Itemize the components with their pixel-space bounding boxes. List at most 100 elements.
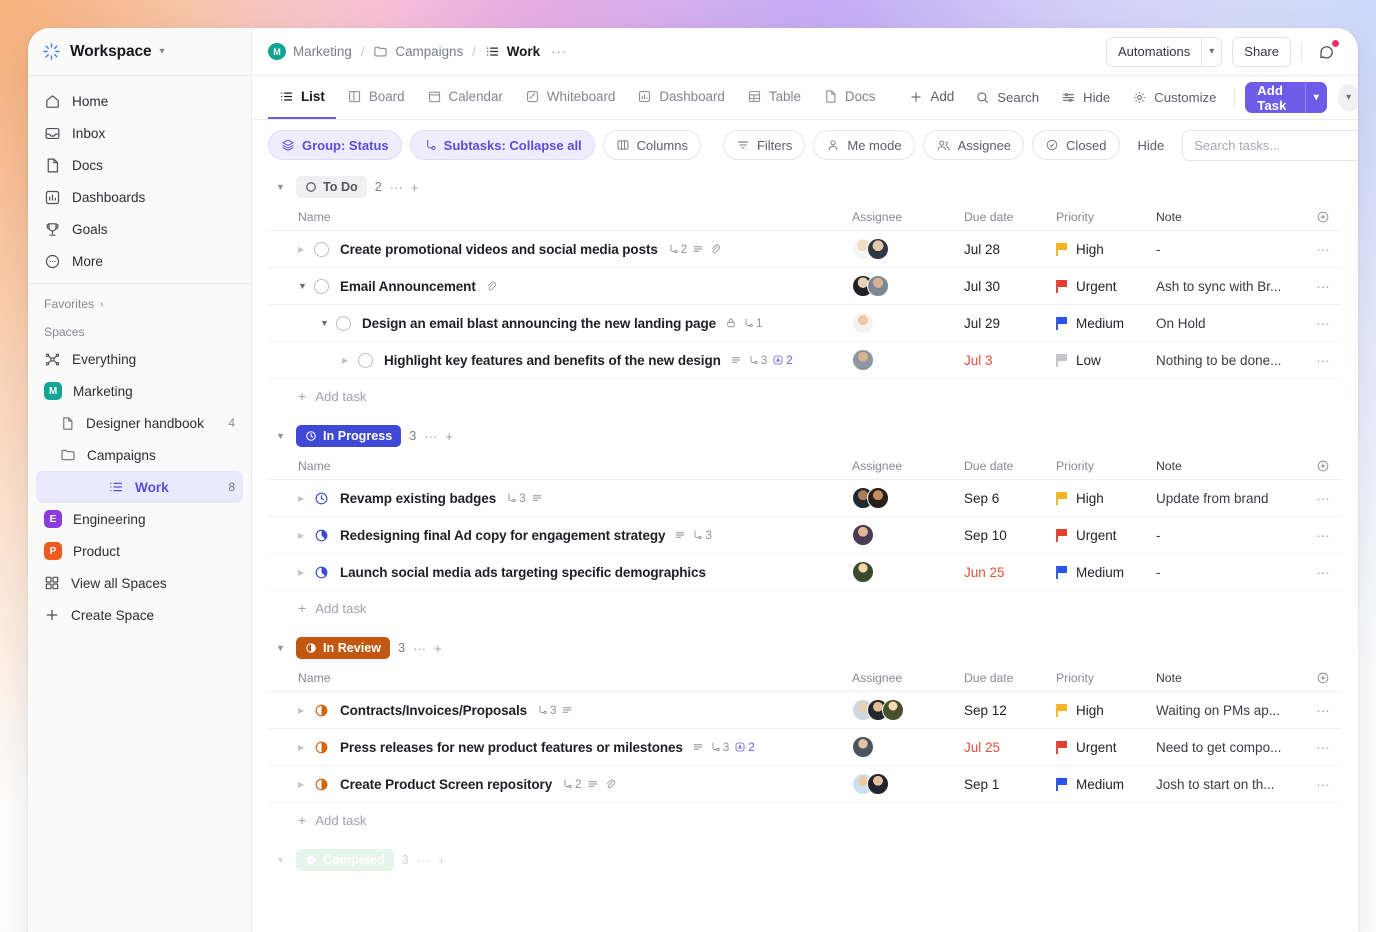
table-row[interactable]: ▶ Create promotional videos and social m…	[268, 231, 1342, 268]
sidebar-item-docs[interactable]: Docs	[36, 149, 243, 181]
sidebar-item-everything[interactable]: Everything	[36, 343, 243, 375]
column-header-name[interactable]: Name	[268, 459, 852, 473]
column-header-assignee[interactable]: Assignee	[852, 210, 964, 224]
tab-board[interactable]: Board	[336, 76, 416, 119]
table-row[interactable]: ▶ Contracts/Invoices/Proposals 3 Sep 12 …	[268, 692, 1342, 729]
breadcrumb-list[interactable]: Work	[485, 44, 540, 59]
group-menu-icon[interactable]: ···	[413, 641, 426, 656]
filters-chip[interactable]: Filters	[722, 130, 806, 160]
row-menu-icon[interactable]: ···	[1304, 491, 1342, 506]
row-expand-caret[interactable]: ▶	[298, 531, 314, 540]
group-collapse-caret[interactable]: ▼	[276, 855, 288, 865]
me-mode-chip[interactable]: Me mode	[813, 130, 915, 160]
priority-cell[interactable]: Medium	[1056, 565, 1156, 580]
add-task-row[interactable]: + Add task	[268, 379, 1342, 413]
note-cell[interactable]: -	[1156, 565, 1304, 580]
notifications-button[interactable]	[1312, 37, 1342, 67]
row-menu-icon[interactable]: ···	[1304, 353, 1342, 368]
sidebar-item-goals[interactable]: Goals	[36, 213, 243, 245]
row-expand-caret[interactable]: ▶	[298, 706, 314, 715]
column-header-name[interactable]: Name	[268, 671, 852, 685]
status-circle-icon[interactable]	[314, 241, 329, 257]
table-row[interactable]: ▼ Email Announcement Jul 30 Urgent Ash t…	[268, 268, 1342, 305]
row-collapse-caret[interactable]: ▼	[320, 318, 336, 328]
note-cell[interactable]: -	[1156, 242, 1304, 257]
table-row[interactable]: ▶ Launch social media ads targeting spec…	[268, 554, 1342, 591]
priority-cell[interactable]: Urgent	[1056, 740, 1156, 755]
sidebar-item-marketing[interactable]: M Marketing	[36, 375, 243, 407]
due-date-cell[interactable]: Jul 3	[964, 353, 1056, 368]
columns-chip[interactable]: Columns	[602, 130, 701, 160]
automations-dropdown-button[interactable]: ▾	[1201, 36, 1223, 67]
assignee-chip[interactable]: Assignee	[922, 130, 1025, 160]
group-add-icon[interactable]: +	[434, 641, 442, 656]
column-header-assignee[interactable]: Assignee	[852, 671, 964, 685]
row-expand-caret[interactable]: ▶	[298, 568, 314, 577]
favorites-section-header[interactable]: Favorites ›	[28, 284, 251, 319]
hide-filter-button[interactable]: Hide	[1128, 138, 1175, 153]
tab-calendar[interactable]: Calendar	[416, 76, 514, 119]
row-expand-caret[interactable]: ▶	[298, 743, 314, 752]
row-menu-icon[interactable]: ···	[1304, 242, 1342, 257]
column-header-priority[interactable]: Priority	[1056, 671, 1156, 685]
status-badge[interactable]: In Progress	[296, 425, 402, 447]
group-menu-icon[interactable]: ···	[424, 429, 437, 444]
sidebar-item-designer-handbook[interactable]: Designer handbook 4	[36, 407, 243, 439]
group-add-icon[interactable]: +	[438, 853, 446, 868]
chevron-down-icon[interactable]: ▾	[160, 46, 165, 57]
row-menu-icon[interactable]: ···	[1304, 777, 1342, 792]
column-header-name[interactable]: Name	[268, 210, 852, 224]
table-row[interactable]: ▶ Press releases for new product feature…	[268, 729, 1342, 766]
column-header-priority[interactable]: Priority	[1056, 210, 1156, 224]
priority-cell[interactable]: Urgent	[1056, 279, 1156, 294]
table-row[interactable]: ▶ Highlight key features and benefits of…	[268, 342, 1342, 379]
status-circle-icon[interactable]	[336, 315, 351, 331]
priority-cell[interactable]: High	[1056, 491, 1156, 506]
breadcrumb-folder[interactable]: Campaigns	[373, 44, 463, 59]
assignee-cell[interactable]	[852, 487, 964, 509]
workspace-switcher[interactable]: Workspace ▾	[28, 28, 251, 76]
breadcrumb-overflow-icon[interactable]: ···	[551, 44, 567, 59]
column-header-due-date[interactable]: Due date	[964, 671, 1056, 685]
assignee-cell[interactable]	[852, 524, 964, 546]
note-cell[interactable]: Ash to sync with Br...	[1156, 279, 1304, 294]
add-column-button[interactable]	[1304, 671, 1342, 685]
column-header-assignee[interactable]: Assignee	[852, 459, 964, 473]
status-clock-icon[interactable]	[314, 491, 329, 506]
note-cell[interactable]: Update from brand	[1156, 491, 1304, 506]
status-review-icon[interactable]	[314, 703, 329, 718]
group-add-icon[interactable]: +	[445, 429, 453, 444]
priority-cell[interactable]: Low	[1056, 353, 1156, 368]
priority-cell[interactable]: Medium	[1056, 316, 1156, 331]
tab-list[interactable]: List	[268, 76, 336, 119]
due-date-cell[interactable]: Sep 6	[964, 491, 1056, 506]
row-expand-caret[interactable]: ▶	[298, 494, 314, 503]
sidebar-item-more[interactable]: More	[36, 245, 243, 277]
row-expand-caret[interactable]: ▶	[298, 780, 314, 789]
note-cell[interactable]: Josh to start on th...	[1156, 777, 1304, 792]
sidebar-item-engineering[interactable]: E Engineering	[36, 503, 243, 535]
table-row[interactable]: ▼ Design an email blast announcing the n…	[268, 305, 1342, 342]
sidebar-item-view-all-spaces[interactable]: View all Spaces	[36, 567, 243, 599]
group-collapse-caret[interactable]: ▼	[276, 431, 288, 441]
tab-docs[interactable]: Docs	[812, 76, 887, 119]
group-by-chip[interactable]: Group: Status	[268, 130, 402, 160]
sidebar-item-create-space[interactable]: Create Space	[36, 599, 243, 631]
note-cell[interactable]: -	[1156, 528, 1304, 543]
tab-dashboard[interactable]: Dashboard	[626, 76, 736, 119]
status-badge[interactable]: Competed	[296, 849, 394, 871]
column-header-priority[interactable]: Priority	[1056, 459, 1156, 473]
sidebar-item-dashboards[interactable]: Dashboards	[36, 181, 243, 213]
status-review-icon[interactable]	[314, 777, 329, 792]
status-badge[interactable]: In Review	[296, 637, 391, 659]
tab-table[interactable]: Table	[736, 76, 812, 119]
search-button[interactable]: Search	[965, 83, 1049, 113]
due-date-cell[interactable]: Jun 25	[964, 565, 1056, 580]
due-date-cell[interactable]: Sep 12	[964, 703, 1056, 718]
status-clock-icon[interactable]	[314, 565, 329, 580]
column-header-due-date[interactable]: Due date	[964, 459, 1056, 473]
due-date-cell[interactable]: Jul 30	[964, 279, 1056, 294]
row-expand-caret[interactable]: ▶	[298, 245, 314, 254]
add-task-button[interactable]: Add Task ▾	[1245, 82, 1327, 113]
column-header-note[interactable]: Note	[1156, 671, 1304, 685]
